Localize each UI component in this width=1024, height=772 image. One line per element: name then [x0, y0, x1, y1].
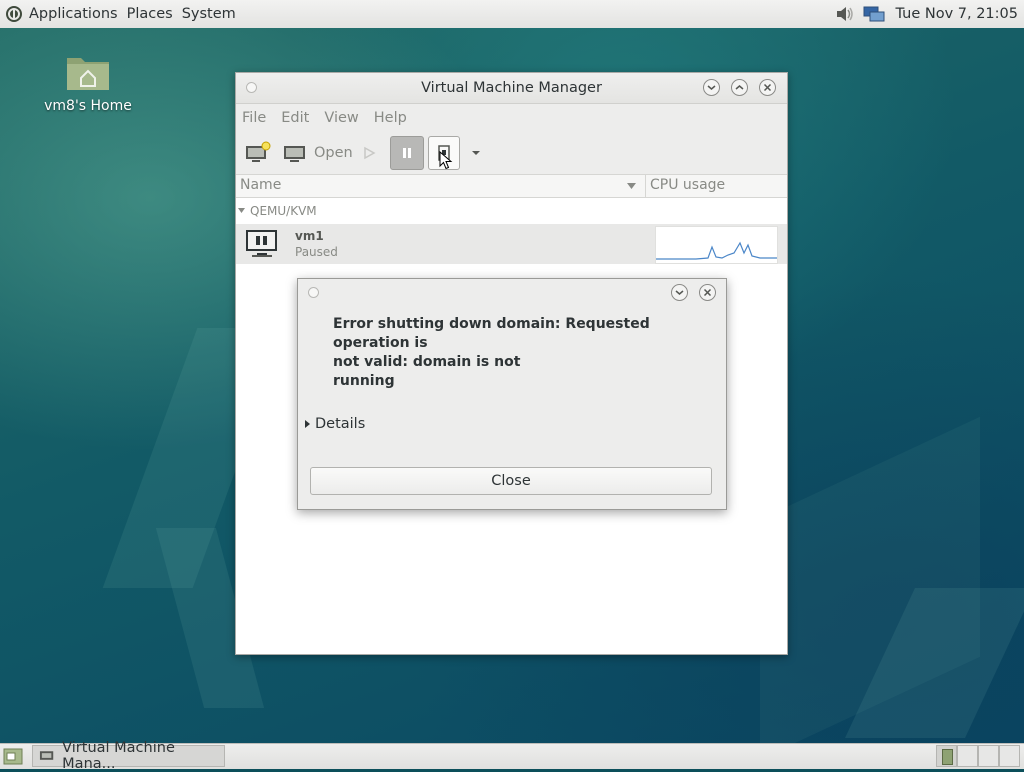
- monitor-icon: [284, 146, 305, 162]
- chevron-down-icon: [472, 151, 480, 155]
- expander-right-icon: [305, 420, 310, 428]
- distro-logo-icon[interactable]: [5, 5, 23, 23]
- network-icon[interactable]: [863, 5, 885, 23]
- column-header-name[interactable]: Name: [240, 177, 281, 193]
- top-panel: Applications Places System Tue Nov 7, 21…: [0, 0, 1024, 29]
- vm-paused-monitor-icon: [246, 230, 277, 257]
- menu-system[interactable]: System: [182, 6, 236, 22]
- dialog-menu-dot[interactable]: [308, 287, 319, 298]
- bottom-panel: Virtual Machine Mana...: [0, 740, 1024, 772]
- details-label: Details: [315, 416, 366, 432]
- column-header-cpu[interactable]: CPU usage: [650, 177, 725, 193]
- details-expander[interactable]: Details: [304, 416, 365, 432]
- run-button[interactable]: [362, 136, 376, 170]
- workspace-2[interactable]: [957, 745, 978, 767]
- dialog-minimize-button[interactable]: [671, 284, 688, 301]
- home-folder-label: vm8's Home: [44, 98, 132, 114]
- workspace-3[interactable]: [978, 745, 999, 767]
- vm-row-vm1[interactable]: vm1 Paused: [236, 224, 787, 264]
- pause-icon: [403, 148, 411, 158]
- connection-row-qemu[interactable]: QEMU/KVM: [236, 198, 787, 224]
- sort-down-icon[interactable]: [626, 182, 637, 190]
- error-dialog: Error shutting down domain: Requested op…: [297, 278, 727, 510]
- home-folder-desktop-icon[interactable]: vm8's Home: [38, 52, 138, 114]
- pause-button[interactable]: [390, 136, 424, 170]
- menu-edit[interactable]: Edit: [281, 110, 309, 126]
- close-icon: [703, 288, 712, 297]
- new-vm-button[interactable]: [244, 136, 272, 170]
- chevron-down-icon: [707, 85, 716, 90]
- minimize-button[interactable]: [703, 79, 720, 96]
- cpu-usage-graph: [655, 226, 778, 264]
- clock[interactable]: Tue Nov 7, 21:05: [895, 6, 1018, 22]
- menu-view[interactable]: View: [324, 110, 358, 126]
- open-button[interactable]: Open: [282, 136, 353, 170]
- menu-file[interactable]: File: [242, 110, 266, 126]
- error-message: Error shutting down domain: Requested op…: [333, 315, 703, 391]
- new-vm-icon: [246, 141, 271, 162]
- volume-icon[interactable]: [835, 5, 855, 23]
- shutdown-menu-button[interactable]: [470, 136, 482, 170]
- close-button[interactable]: Close: [310, 467, 712, 495]
- cpu-sparkline: [656, 241, 777, 260]
- close-icon: [763, 83, 772, 92]
- maximize-button[interactable]: [731, 79, 748, 96]
- workspace-1[interactable]: [936, 745, 957, 767]
- show-desktop-icon[interactable]: [3, 748, 23, 765]
- vm-name: vm1: [295, 229, 324, 243]
- close-window-button[interactable]: [759, 79, 776, 96]
- error-message-line: not valid: domain is not: [333, 354, 521, 370]
- play-icon: [364, 146, 376, 160]
- dialog-titlebar[interactable]: [298, 279, 726, 305]
- toolbar: Open: [236, 132, 787, 174]
- menu-places[interactable]: Places: [127, 6, 173, 22]
- menu-bar: File Edit View Help: [236, 104, 787, 132]
- workspace-4[interactable]: [999, 745, 1020, 767]
- menu-applications[interactable]: Applications: [29, 6, 118, 22]
- home-folder-icon: [67, 58, 109, 90]
- taskbar-item-vmm[interactable]: Virtual Machine Mana...: [32, 740, 225, 772]
- error-message-line: running: [333, 373, 395, 389]
- chevron-down-icon: [675, 290, 684, 295]
- mouse-cursor-icon: [439, 151, 453, 170]
- error-message-line: Error shutting down domain: Requested op…: [333, 316, 650, 351]
- chevron-up-icon: [735, 85, 744, 90]
- column-header-row: Name CPU usage: [236, 174, 787, 198]
- vmm-app-icon: [39, 751, 54, 760]
- dialog-close-x-button[interactable]: [699, 284, 716, 301]
- expander-down-icon[interactable]: [238, 207, 246, 214]
- connection-label: QEMU/KVM: [250, 204, 317, 218]
- menu-help[interactable]: Help: [374, 110, 407, 126]
- window-titlebar[interactable]: Virtual Machine Manager: [236, 73, 787, 104]
- taskbar-item-label: Virtual Machine Mana...: [62, 740, 175, 772]
- vm-status: Paused: [295, 245, 338, 259]
- open-label: Open: [314, 145, 353, 161]
